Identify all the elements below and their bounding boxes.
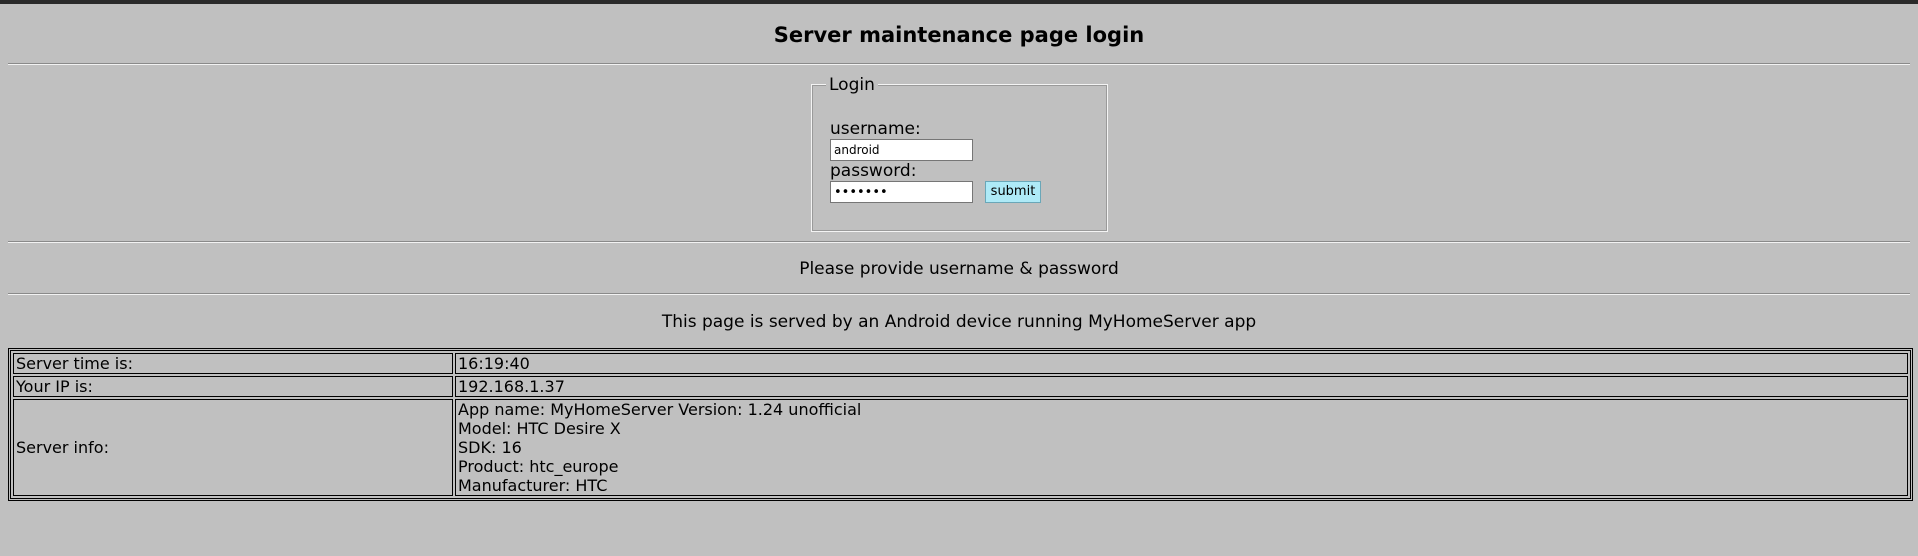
- username-input[interactable]: [830, 139, 973, 161]
- server-info-sdk: SDK: 16: [458, 438, 522, 457]
- login-fieldset: Login username: password: submit: [811, 75, 1108, 232]
- page-title: Server maintenance page login: [773, 23, 1145, 47]
- server-info-table: Server time is: 16:19:40 Your IP is: 192…: [8, 348, 1913, 501]
- server-info-value: App name: MyHomeServer Version: 1.24 uno…: [455, 399, 1908, 496]
- login-legend: Login: [826, 75, 878, 95]
- table-row: Your IP is: 192.168.1.37: [13, 376, 1908, 397]
- server-time-value: 16:19:40: [455, 353, 1908, 374]
- table-row: Server info: App name: MyHomeServer Vers…: [13, 399, 1908, 496]
- server-info-product: Product: htc_europe: [458, 457, 619, 476]
- password-label: password:: [830, 161, 917, 181]
- username-label: username:: [830, 119, 921, 139]
- divider-bottom: [8, 293, 1910, 295]
- server-info-manufacturer: Manufacturer: HTC: [458, 476, 608, 495]
- password-input[interactable]: [830, 181, 973, 203]
- divider-top: [8, 63, 1910, 65]
- served-by-message: This page is served by an Android device…: [661, 312, 1257, 332]
- server-info-label: Server info:: [13, 399, 453, 496]
- server-info-model: Model: HTC Desire X: [458, 419, 621, 438]
- divider-middle: [8, 241, 1910, 243]
- status-message: Please provide username & password: [799, 259, 1119, 279]
- table-row: Server time is: 16:19:40: [13, 353, 1908, 374]
- window-top-strip: [0, 0, 1918, 4]
- server-time-label: Server time is:: [13, 353, 453, 374]
- ip-label: Your IP is:: [13, 376, 453, 397]
- ip-value: 192.168.1.37: [455, 376, 1908, 397]
- submit-button[interactable]: submit: [985, 181, 1041, 203]
- server-info-app-name: App name: MyHomeServer Version: 1.24 uno…: [458, 400, 862, 419]
